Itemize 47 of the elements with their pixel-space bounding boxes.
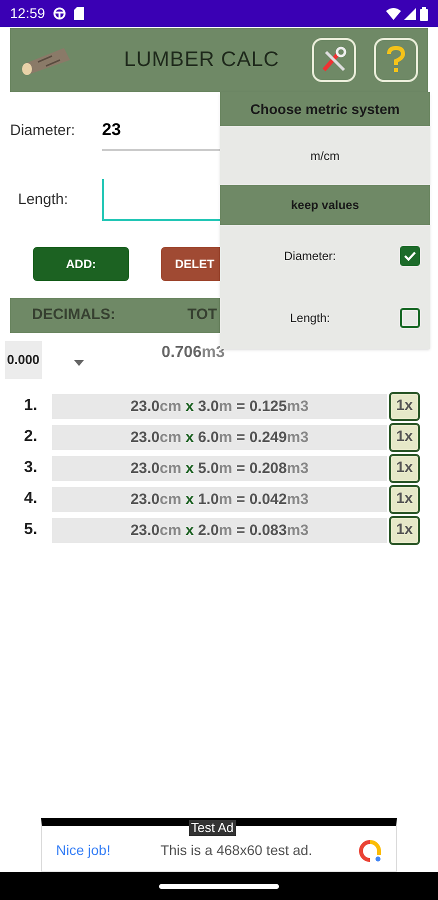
signal-icon — [404, 8, 416, 20]
entry-calculation: 23.0cm x 6.0m = 0.249m3 — [52, 424, 387, 450]
ad-headline: Nice job! — [56, 841, 110, 860]
quantity-button[interactable]: 1x — [389, 516, 420, 544]
entry-calculation: 23.0cm x 1.0m = 0.042m3 — [52, 486, 387, 512]
total-label: TOT — [187, 305, 218, 326]
entry-number: 1. — [23, 396, 38, 416]
settings-button[interactable] — [312, 38, 356, 82]
keep-option-label: Diameter: — [282, 248, 337, 265]
diameter-label: Diameter: — [10, 120, 76, 141]
decimals-dropdown[interactable]: 0.000 — [5, 341, 84, 379]
quantity-button[interactable]: 1x — [389, 392, 420, 420]
unit-option[interactable]: m/cm — [220, 126, 430, 185]
checkbox[interactable] — [400, 246, 420, 266]
menu-header: Choose metric system — [220, 92, 430, 126]
checkbox[interactable] — [400, 308, 420, 328]
wrench-screwdriver-icon — [320, 46, 348, 74]
add-button[interactable]: ADD: — [33, 247, 129, 281]
ad-text: This is a 468x60 test ad. — [160, 841, 312, 860]
keep-option-label: Length: — [288, 310, 332, 327]
entry-number: 2. — [23, 427, 38, 447]
steering-wheel-icon — [53, 7, 66, 20]
entry-number: 3. — [23, 458, 38, 478]
length-label: Length: — [17, 190, 70, 210]
sd-card-icon — [74, 7, 84, 20]
entry-number: 5. — [23, 520, 38, 540]
check-icon — [403, 249, 417, 263]
wifi-icon — [386, 8, 401, 20]
ad-badge: Test Ad — [189, 820, 236, 836]
quantity-button[interactable]: 1x — [389, 484, 420, 514]
question-mark-icon — [386, 46, 406, 74]
status-time: 12:59 — [10, 4, 46, 23]
delete-button[interactable]: DELET — [161, 247, 220, 281]
quantity-button[interactable]: 1x — [389, 422, 420, 452]
ad-logo-icon — [358, 838, 382, 862]
decimals-label: DECIMALS: — [32, 305, 116, 326]
entry-calculation: 23.0cm x 2.0m = 0.083m3 — [52, 518, 387, 542]
quantity-button[interactable]: 1x — [389, 454, 420, 482]
entry-calculation: 23.0cm x 5.0m = 0.208m3 — [52, 456, 387, 480]
home-indicator[interactable] — [159, 884, 279, 888]
entry-number: 4. — [23, 489, 38, 509]
app-title: LUMBER CALC — [124, 47, 280, 74]
battery-icon — [420, 6, 428, 20]
dropdown-caret-icon — [74, 360, 84, 366]
entry-calculation: 23.0cm x 3.0m = 0.125m3 — [52, 394, 387, 418]
keep-values-header: keep values — [220, 185, 430, 225]
help-button[interactable] — [374, 38, 418, 82]
